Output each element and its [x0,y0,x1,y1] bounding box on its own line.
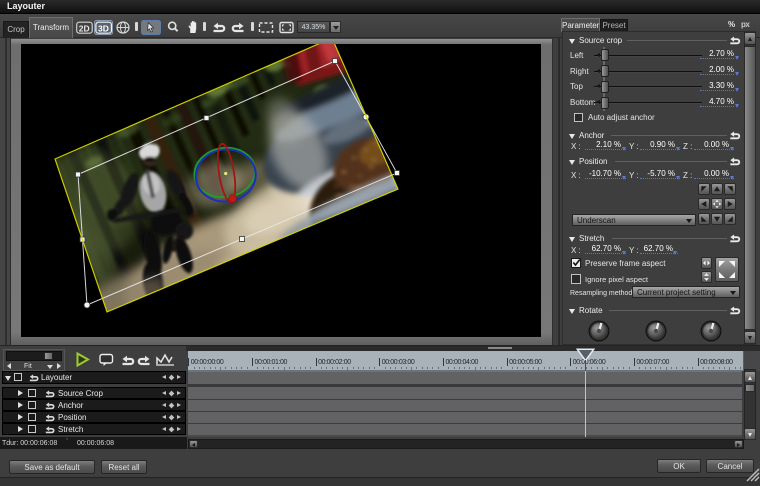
svg-text:3D: 3D [98,23,109,33]
svg-text:2D: 2D [79,23,90,33]
